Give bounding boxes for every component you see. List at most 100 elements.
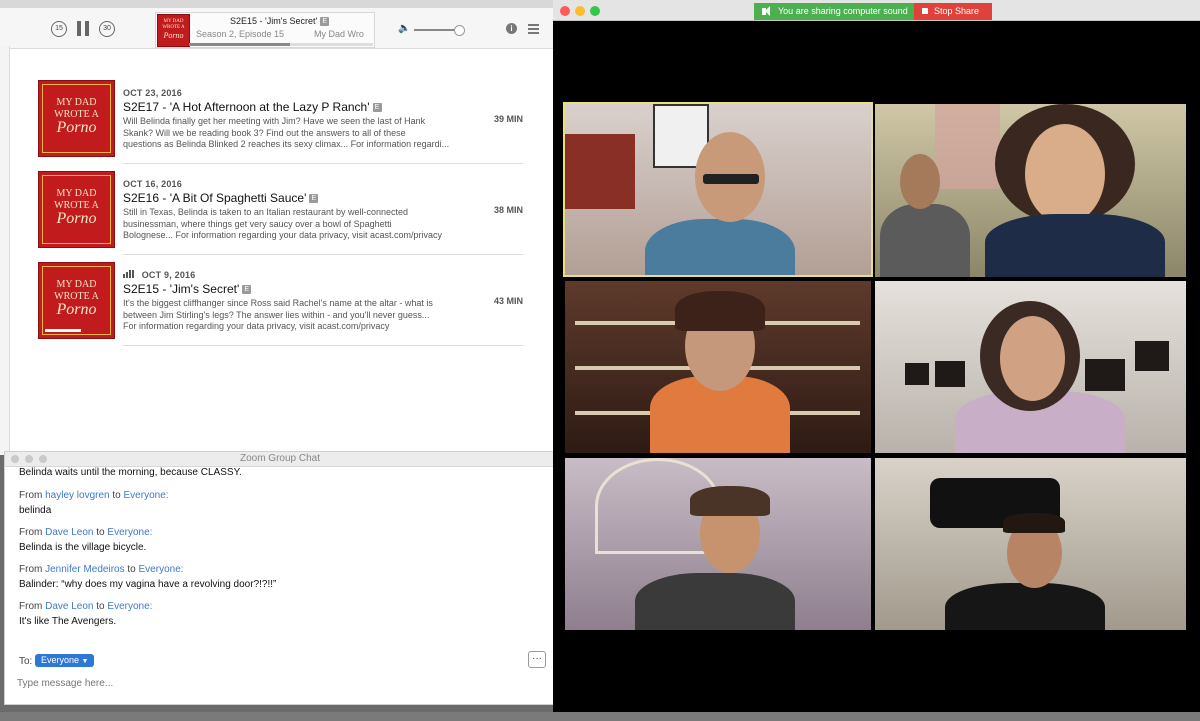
chat-message-input[interactable] <box>15 673 539 693</box>
now-playing-bars-icon <box>123 270 134 280</box>
pause-button[interactable] <box>77 21 91 37</box>
chat-sender[interactable]: Dave Leon <box>45 601 93 612</box>
chat-titlebar: Zoom Group Chat <box>5 452 555 467</box>
window-top-strip <box>0 0 553 8</box>
chat-message: From hayley lovgren to Everyone: belinda <box>19 490 539 516</box>
to-label: To: <box>19 656 33 667</box>
chat-window-title: Zoom Group Chat <box>239 453 321 464</box>
episode-description-line: It's the biggest cliffhanger since Ross … <box>123 298 433 308</box>
artwork-line-2: WROTE A <box>162 25 185 30</box>
episode-date-row: OCT 9, 2016 <box>123 270 195 280</box>
now-playing-show: My Dad Wro <box>314 29 364 39</box>
episode-description: Still in Texas, Belinda is taken to an I… <box>123 207 463 242</box>
artwork-line-1: MY DAD <box>56 188 97 199</box>
episode-duration: 39 MIN <box>494 114 524 124</box>
volume-knob[interactable] <box>454 25 465 36</box>
video-tile-6[interactable] <box>875 458 1186 630</box>
from-word: From <box>19 564 43 575</box>
episode-description-line: businessman, where things get very saucy… <box>123 218 392 229</box>
episode-artwork: MY DAD WROTE A Porno <box>38 262 115 339</box>
artwork-line-3: Porno <box>56 119 97 136</box>
episode-date-row: OCT 16, 2016 <box>123 179 182 189</box>
now-playing-title-row: S2E15 - 'Jim's Secret' E <box>230 16 330 27</box>
more-options-button[interactable]: ··· <box>528 651 546 668</box>
playback-progress-fill <box>189 43 291 46</box>
episode-divider <box>123 345 523 346</box>
list-icon[interactable] <box>528 24 539 34</box>
episode-description-line: questions as Belinda Blinked 2 reaches i… <box>123 139 450 149</box>
chat-recipient[interactable]: Everyone: <box>107 527 152 538</box>
explicit-badge: E <box>320 17 330 27</box>
explicit-badge: E <box>372 103 382 113</box>
now-playing-panel[interactable]: MY DAD WROTE A Porno S2E15 - 'Jim's Secr… <box>155 12 375 48</box>
artwork-line-3: Porno <box>56 301 97 318</box>
player-toolbar: 15 30 MY DAD WROTE A Porno S2E15 - 'Jim'… <box>0 8 553 49</box>
now-playing-artwork: MY DAD WROTE A Porno <box>157 14 190 47</box>
playback-progress[interactable] <box>189 43 373 46</box>
skip-back-label: 15 <box>55 25 63 32</box>
episode-title: S2E16 - 'A Bit Of Spaghetti Sauce' <box>123 191 307 205</box>
desktop-background <box>0 712 1200 721</box>
episode-description-line: Skank? Will we be reading book 3? Find o… <box>123 127 406 138</box>
episode-title-row: S2E16 - 'A Bit Of Spaghetti Sauce' E <box>123 191 319 205</box>
episode-date: OCT 16, 2016 <box>123 179 182 189</box>
chat-message-text: Balinder: “why does my vagina have a rev… <box>19 579 277 590</box>
pause-icon-bar <box>85 21 89 36</box>
chat-message-header: From Dave Leon to Everyone: <box>19 601 539 612</box>
video-tile-3[interactable] <box>565 281 871 453</box>
volume-slider[interactable] <box>414 25 465 36</box>
zoom-fullscreen-button[interactable] <box>590 6 600 16</box>
chat-message-text: belinda <box>19 505 52 516</box>
sharing-sound-banner: You are sharing computer sound <box>754 3 914 20</box>
speaker-icon-cone <box>765 6 770 16</box>
chat-window: Zoom Group Chat Belinda waits until the … <box>4 451 556 705</box>
skip-back-button[interactable]: 15 <box>51 21 67 37</box>
episode-description: It's the biggest cliffhanger since Ross … <box>123 298 463 333</box>
chat-message-header: From hayley lovgren to Everyone: <box>19 490 539 501</box>
video-tile-5[interactable] <box>565 458 871 630</box>
chat-sender[interactable]: Jennifer Medeiros <box>45 564 124 575</box>
video-tile-1-active-speaker[interactable] <box>563 102 873 277</box>
info-icon[interactable]: i <box>506 23 517 34</box>
chat-recipient[interactable]: Everyone: <box>124 490 169 501</box>
episode-row[interactable]: MY DAD WROTE A Porno OCT 23, 2016 S2E17 … <box>38 80 528 166</box>
chat-recipient[interactable]: Everyone: <box>139 564 184 575</box>
zoom-meeting-window: You are sharing computer sound Stop Shar… <box>553 0 1200 712</box>
video-tile-2[interactable] <box>875 104 1186 277</box>
explicit-badge: E <box>309 194 319 204</box>
to-word: to <box>127 564 136 575</box>
zoom-minimize-button[interactable] <box>575 6 585 16</box>
episode-title: S2E15 - 'Jim's Secret' <box>123 282 240 296</box>
episode-description-line: Still in Texas, Belinda is taken to an I… <box>123 207 408 217</box>
chat-recipient[interactable]: Everyone: <box>107 601 152 612</box>
video-tile-4[interactable] <box>875 281 1186 453</box>
chat-message-text: It's like The Avengers. <box>19 616 117 627</box>
chat-message: From Dave Leon to Everyone: It's like Th… <box>19 601 539 627</box>
recipient-dropdown[interactable]: Everyone ▼ <box>35 654 95 667</box>
episode-divider <box>123 163 523 164</box>
episode-description-line: Will Belinda finally get her meeting wit… <box>123 116 426 126</box>
chat-sender[interactable]: hayley lovgren <box>45 490 109 501</box>
episode-date-row: OCT 23, 2016 <box>123 88 182 98</box>
episode-divider <box>123 254 523 255</box>
chat-sender[interactable]: Dave Leon <box>45 527 93 538</box>
episode-row[interactable]: MY DAD WROTE A Porno OCT 16, 2016 S2E16 … <box>38 171 528 257</box>
artwork-line-1: MY DAD <box>56 279 97 290</box>
zoom-close-button[interactable] <box>560 6 570 16</box>
sharing-sound-label: You are sharing computer sound <box>778 6 908 16</box>
chat-message-text: Belinda is the village bicycle. <box>19 542 147 553</box>
to-word: to <box>112 490 121 501</box>
chat-message: From Jennifer Medeiros to Everyone: Bali… <box>19 564 539 590</box>
episode-date: OCT 9, 2016 <box>141 270 196 280</box>
recipient-value: Everyone <box>41 655 80 665</box>
pause-icon <box>77 21 81 36</box>
episode-title-row: S2E15 - 'Jim's Secret' E <box>123 282 252 296</box>
stop-share-button[interactable]: Stop Share <box>914 3 992 20</box>
skip-forward-button[interactable]: 30 <box>99 21 115 37</box>
chat-message-partial: Belinda waits until the morning, because… <box>19 467 242 478</box>
artwork-line-1: MY DAD <box>56 97 97 108</box>
chevron-down-icon: ▼ <box>81 658 89 665</box>
from-word: From <box>19 601 43 612</box>
from-word: From <box>19 490 43 501</box>
episode-row[interactable]: MY DAD WROTE A Porno OCT 9, 2016 S2E15 -… <box>38 262 528 348</box>
